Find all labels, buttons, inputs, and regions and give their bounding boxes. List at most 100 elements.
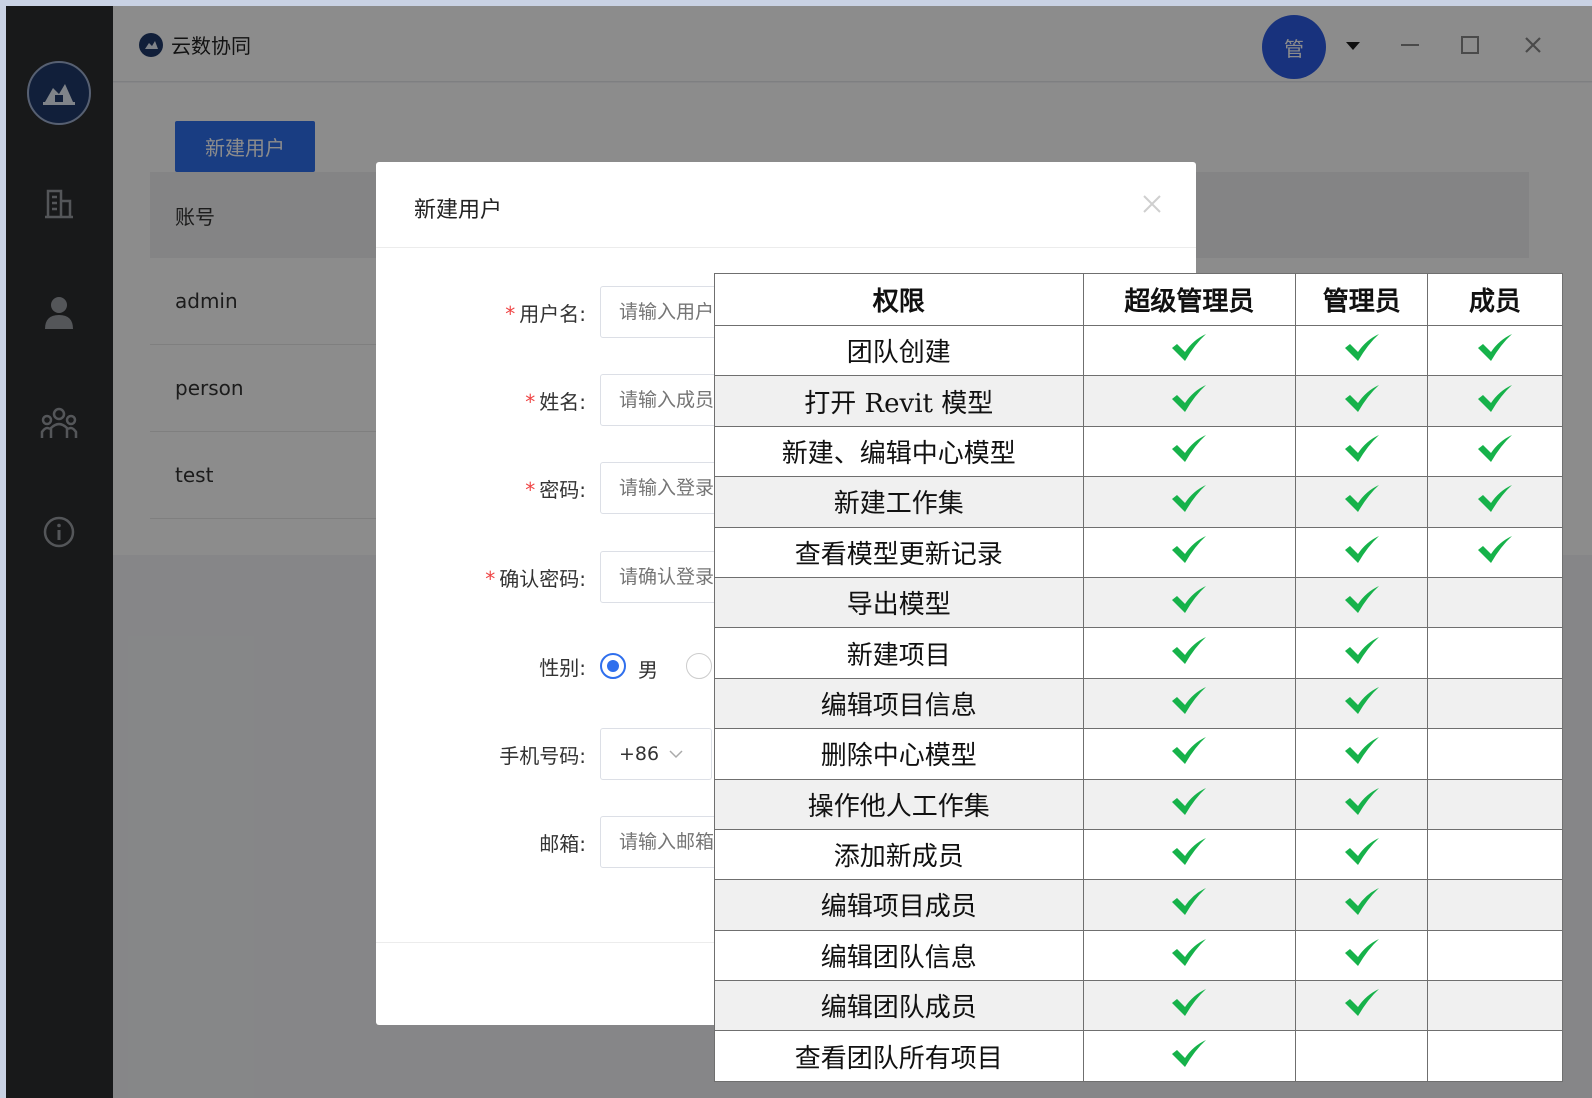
gender-female-radio[interactable] bbox=[686, 653, 712, 679]
phone-label: 手机号码: bbox=[499, 744, 586, 768]
check-icon bbox=[1344, 888, 1379, 916]
check-icon bbox=[1478, 334, 1513, 362]
permission-admin-cell bbox=[1295, 627, 1429, 679]
permission-name: 新建项目 bbox=[714, 627, 1084, 679]
phone-row: 手机号码: +86 bbox=[376, 728, 716, 780]
permission-super-cell bbox=[1082, 1030, 1297, 1082]
permission-row: 操作他人工作集 bbox=[714, 778, 1563, 830]
check-icon bbox=[1172, 787, 1207, 815]
gender-row: 性别: 男 bbox=[376, 640, 716, 692]
check-icon bbox=[1172, 535, 1207, 563]
password-row: * 密码: bbox=[376, 462, 780, 514]
close-icon[interactable] bbox=[1140, 192, 1164, 216]
check-icon bbox=[1172, 686, 1207, 714]
dialog-header: 新建用户 bbox=[376, 162, 1196, 248]
header-super-admin: 超级管理员 bbox=[1082, 273, 1297, 326]
confirm-password-label: * 确认密码: bbox=[485, 567, 586, 591]
confirm-password-row: * 确认密码: bbox=[376, 551, 780, 603]
permission-name: 添加新成员 bbox=[714, 828, 1084, 881]
permission-super-cell bbox=[1082, 425, 1297, 478]
permission-admin-cell bbox=[1295, 476, 1429, 528]
check-icon bbox=[1344, 586, 1379, 614]
permission-body: 团队创建 打开 Revit 模型 新建、编辑中心模型 新建工作集 查看模型更新记录 导出模… bbox=[714, 324, 1563, 1082]
permission-member-cell bbox=[1427, 476, 1563, 528]
permission-name: 删除中心模型 bbox=[714, 728, 1084, 780]
country-code: +86 bbox=[619, 743, 660, 765]
check-icon bbox=[1478, 485, 1513, 513]
permission-member-cell bbox=[1427, 375, 1563, 427]
permission-admin-cell bbox=[1295, 375, 1429, 427]
check-icon bbox=[1172, 989, 1207, 1017]
permission-member-cell bbox=[1427, 1030, 1563, 1082]
check-icon bbox=[1172, 838, 1207, 866]
check-icon bbox=[1172, 888, 1207, 916]
permission-admin-cell bbox=[1295, 980, 1429, 1032]
check-icon bbox=[1344, 384, 1379, 412]
permission-admin-cell bbox=[1295, 828, 1429, 881]
check-icon bbox=[1172, 384, 1207, 412]
permission-member-cell bbox=[1427, 728, 1563, 780]
permission-name: 新建、编辑中心模型 bbox=[714, 425, 1084, 478]
check-icon bbox=[1478, 384, 1513, 412]
permission-name: 导出模型 bbox=[714, 576, 1084, 629]
check-icon bbox=[1478, 434, 1513, 462]
permission-row: 添加新成员 bbox=[714, 828, 1563, 881]
gender-label: 性别: bbox=[539, 656, 586, 680]
permission-member-cell bbox=[1427, 576, 1563, 629]
permission-super-cell bbox=[1082, 375, 1297, 427]
permission-member-cell bbox=[1427, 324, 1563, 377]
username-label: * 用户名: bbox=[505, 302, 586, 326]
permission-super-cell bbox=[1082, 627, 1297, 679]
permission-row: 新建、编辑中心模型 bbox=[714, 425, 1563, 478]
permission-name: 查看团队所有项目 bbox=[714, 1030, 1084, 1082]
permission-admin-cell bbox=[1295, 324, 1429, 377]
permission-row: 团队创建 bbox=[714, 324, 1563, 377]
radio-dot-icon bbox=[607, 660, 619, 672]
check-icon bbox=[1344, 686, 1379, 714]
gender-male-label: 男 bbox=[638, 658, 658, 682]
permission-super-cell bbox=[1082, 828, 1297, 881]
permission-admin-cell bbox=[1295, 425, 1429, 478]
permission-name: 编辑团队信息 bbox=[714, 929, 1084, 982]
permission-row: 导出模型 bbox=[714, 576, 1563, 629]
gender-male-radio[interactable] bbox=[600, 653, 626, 679]
permission-name: 打开 Revit 模型 bbox=[714, 375, 1084, 427]
permission-row: 新建工作集 bbox=[714, 476, 1563, 528]
check-icon bbox=[1172, 737, 1207, 765]
check-icon bbox=[1172, 1039, 1207, 1067]
permission-admin-cell bbox=[1295, 778, 1429, 830]
permission-super-cell bbox=[1082, 929, 1297, 982]
permission-member-cell bbox=[1427, 627, 1563, 679]
permission-member-cell bbox=[1427, 425, 1563, 478]
permission-row: 查看团队所有项目 bbox=[714, 1030, 1563, 1082]
permission-row: 查看模型更新记录 bbox=[714, 526, 1563, 578]
permission-super-cell bbox=[1082, 576, 1297, 629]
permission-member-cell bbox=[1427, 526, 1563, 578]
permission-super-cell bbox=[1082, 728, 1297, 780]
permission-member-cell bbox=[1427, 980, 1563, 1032]
permission-row: 新建项目 bbox=[714, 627, 1563, 679]
check-icon bbox=[1344, 535, 1379, 563]
check-icon bbox=[1344, 989, 1379, 1017]
country-code-select[interactable]: +86 bbox=[600, 728, 712, 780]
check-icon bbox=[1172, 334, 1207, 362]
name-row: * 姓名: bbox=[376, 374, 780, 426]
check-icon bbox=[1344, 485, 1379, 513]
permission-super-cell bbox=[1082, 526, 1297, 578]
permission-super-cell bbox=[1082, 324, 1297, 377]
header-permission: 权限 bbox=[714, 273, 1084, 326]
check-icon bbox=[1344, 787, 1379, 815]
check-icon bbox=[1172, 485, 1207, 513]
permission-row: 编辑项目成员 bbox=[714, 879, 1563, 931]
chevron-down-icon bbox=[669, 749, 683, 758]
permission-admin-cell bbox=[1295, 1030, 1429, 1082]
permission-row: 删除中心模型 bbox=[714, 728, 1563, 780]
permission-super-cell bbox=[1082, 778, 1297, 830]
permission-super-cell bbox=[1082, 879, 1297, 931]
permission-admin-cell bbox=[1295, 526, 1429, 578]
permission-name: 编辑项目信息 bbox=[714, 677, 1084, 730]
permission-name: 操作他人工作集 bbox=[714, 778, 1084, 830]
check-icon bbox=[1344, 737, 1379, 765]
check-icon bbox=[1344, 434, 1379, 462]
check-icon bbox=[1478, 535, 1513, 563]
